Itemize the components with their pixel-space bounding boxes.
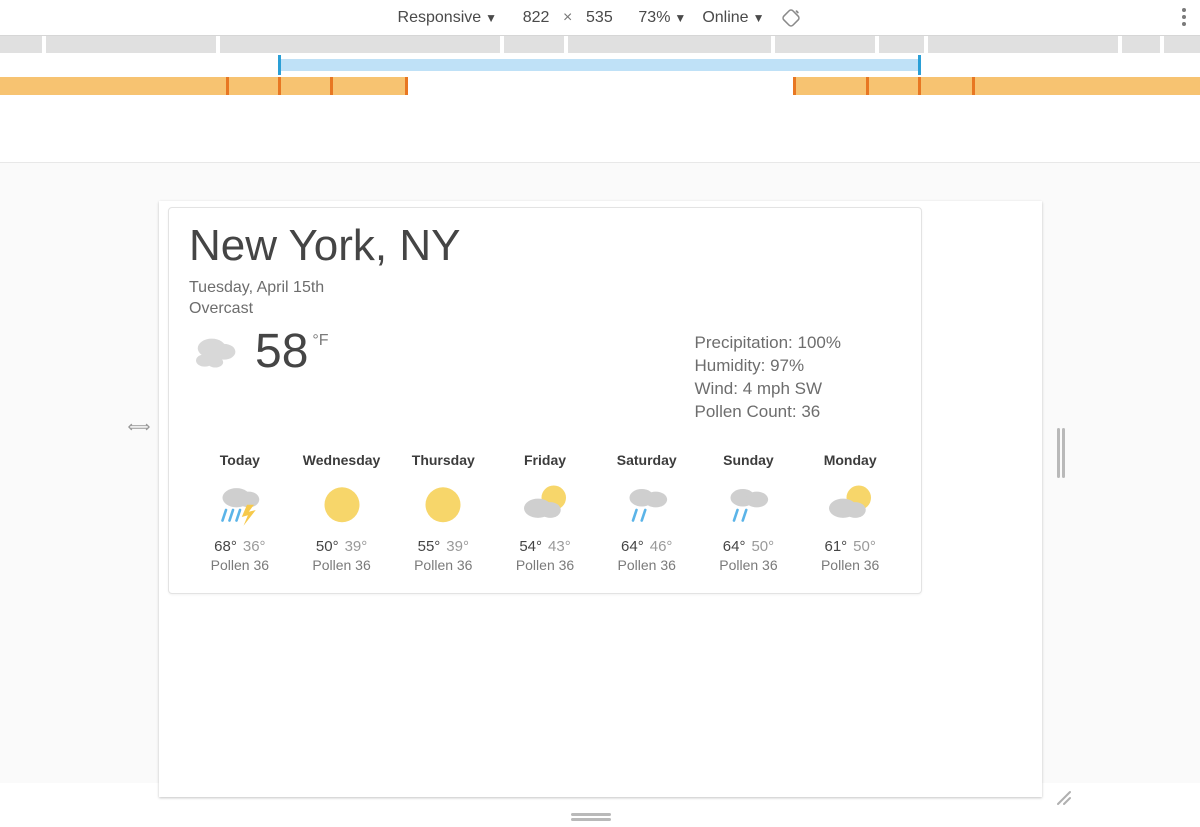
forecast-day: Wednesday 50° 39° Pollen 36 bbox=[291, 452, 393, 573]
day-name: Friday bbox=[494, 452, 596, 468]
resize-handle-corner[interactable] bbox=[1052, 787, 1074, 807]
weather-sun-icon bbox=[291, 476, 393, 530]
high-temp: 61° bbox=[824, 538, 847, 555]
day-temps: 61° 50° bbox=[799, 538, 901, 555]
detail-value: 97% bbox=[770, 356, 804, 375]
network-label: Online bbox=[702, 9, 748, 27]
dimension-separator: × bbox=[563, 9, 572, 27]
weather-details: Precipitation: 100% Humidity: 97% Wind: … bbox=[695, 332, 842, 424]
weather-partly-sun-icon bbox=[799, 476, 901, 530]
zoom-label: 73% bbox=[638, 9, 670, 27]
forecast-day: Sunday 64° 50° Pollen 36 bbox=[698, 452, 800, 573]
detail-value: 100% bbox=[798, 333, 841, 352]
temp-unit: °F bbox=[312, 332, 328, 350]
weather-partly-sun-icon bbox=[494, 476, 596, 530]
forecast-row: Today 68° 36° Pollen 36 Wednesday 50° 39° Polle… bbox=[189, 452, 901, 573]
current-temp: 58 bbox=[255, 328, 308, 376]
weather-rain-icon bbox=[698, 476, 800, 530]
low-temp: 46° bbox=[650, 538, 673, 555]
responsive-viewport: New York, NY Tuesday, April 15th Overcas… bbox=[159, 201, 1042, 797]
high-temp: 50° bbox=[316, 538, 339, 555]
low-temp: 39° bbox=[345, 538, 368, 555]
forecast-day: Saturday 64° 46° Pollen 36 bbox=[596, 452, 698, 573]
current-temp-block: 58 °F bbox=[189, 326, 329, 379]
viewport-width-input[interactable] bbox=[513, 9, 559, 27]
high-temp: 64° bbox=[723, 538, 746, 555]
day-temps: 64° 46° bbox=[596, 538, 698, 555]
media-query-bar-min[interactable] bbox=[0, 77, 1200, 95]
forecast-day: Friday 54° 43° Pollen 36 bbox=[494, 452, 596, 573]
high-temp: 54° bbox=[519, 538, 542, 555]
forecast-day: Today 68° 36° Pollen 36 bbox=[189, 452, 291, 573]
day-temps: 64° 50° bbox=[698, 538, 800, 555]
pollen-label: Pollen 36 bbox=[799, 557, 901, 573]
viewport-size: × bbox=[513, 9, 622, 27]
weather-sun-icon bbox=[392, 476, 494, 530]
resize-handle-left[interactable]: ⟺ bbox=[128, 417, 150, 437]
high-temp: 64° bbox=[621, 538, 644, 555]
low-temp: 39° bbox=[446, 538, 469, 555]
device-mode-dropdown[interactable]: Responsive ▼ bbox=[398, 9, 498, 27]
width-ruler[interactable] bbox=[0, 36, 1200, 53]
resize-handle-right[interactable] bbox=[1050, 443, 1072, 463]
chevron-down-icon: ▼ bbox=[753, 11, 765, 25]
current-conditions: 58 °F Precipitation: 100% Humidity: 97% … bbox=[189, 326, 901, 424]
detail-value: 4 mph SW bbox=[743, 379, 822, 398]
high-temp: 68° bbox=[214, 538, 237, 555]
device-mode-label: Responsive bbox=[398, 9, 482, 27]
pollen-label: Pollen 36 bbox=[596, 557, 698, 573]
detail-label: Wind: bbox=[695, 379, 738, 398]
pollen-label: Pollen 36 bbox=[392, 557, 494, 573]
low-temp: 50° bbox=[751, 538, 774, 555]
day-name: Wednesday bbox=[291, 452, 393, 468]
day-name: Thursday bbox=[392, 452, 494, 468]
pollen-label: Pollen 36 bbox=[291, 557, 393, 573]
low-temp: 36° bbox=[243, 538, 266, 555]
device-stage: ⟺ New York, NY Tuesday, April 15th Overc… bbox=[0, 162, 1200, 783]
condition-label: Overcast bbox=[189, 299, 901, 320]
high-temp: 55° bbox=[418, 538, 441, 555]
day-name: Today bbox=[189, 452, 291, 468]
resize-handle-bottom[interactable] bbox=[580, 807, 602, 827]
day-temps: 50° 39° bbox=[291, 538, 393, 555]
detail-label: Pollen Count: bbox=[695, 402, 797, 421]
cloud-icon bbox=[189, 326, 245, 379]
weather-card: New York, NY Tuesday, April 15th Overcas… bbox=[168, 207, 922, 594]
rotate-button[interactable] bbox=[780, 7, 802, 29]
day-name: Sunday bbox=[698, 452, 800, 468]
pollen-label: Pollen 36 bbox=[698, 557, 800, 573]
weather-storm-icon bbox=[189, 476, 291, 530]
date-label: Tuesday, April 15th bbox=[189, 278, 901, 299]
device-toolbar: Responsive ▼ × 73% ▼ Online ▼ bbox=[0, 0, 1200, 36]
weather-rain-icon bbox=[596, 476, 698, 530]
zoom-dropdown[interactable]: 73% ▼ bbox=[638, 9, 686, 27]
low-temp: 50° bbox=[853, 538, 876, 555]
chevron-down-icon: ▼ bbox=[674, 11, 686, 25]
low-temp: 43° bbox=[548, 538, 571, 555]
day-temps: 54° 43° bbox=[494, 538, 596, 555]
forecast-day: Monday 61° 50° Pollen 36 bbox=[799, 452, 901, 573]
pollen-label: Pollen 36 bbox=[189, 557, 291, 573]
media-query-bar-max[interactable] bbox=[0, 53, 1200, 77]
chevron-down-icon: ▼ bbox=[485, 11, 497, 25]
day-name: Saturday bbox=[596, 452, 698, 468]
detail-label: Humidity: bbox=[695, 356, 766, 375]
more-menu-button[interactable] bbox=[1182, 8, 1186, 26]
viewport-height-input[interactable] bbox=[576, 9, 622, 27]
day-name: Monday bbox=[799, 452, 901, 468]
forecast-day: Thursday 55° 39° Pollen 36 bbox=[392, 452, 494, 573]
location-heading: New York, NY bbox=[189, 222, 901, 270]
network-dropdown[interactable]: Online ▼ bbox=[702, 9, 764, 27]
detail-label: Precipitation: bbox=[695, 333, 793, 352]
day-temps: 68° 36° bbox=[189, 538, 291, 555]
detail-value: 36 bbox=[801, 402, 820, 421]
pollen-label: Pollen 36 bbox=[494, 557, 596, 573]
day-temps: 55° 39° bbox=[392, 538, 494, 555]
